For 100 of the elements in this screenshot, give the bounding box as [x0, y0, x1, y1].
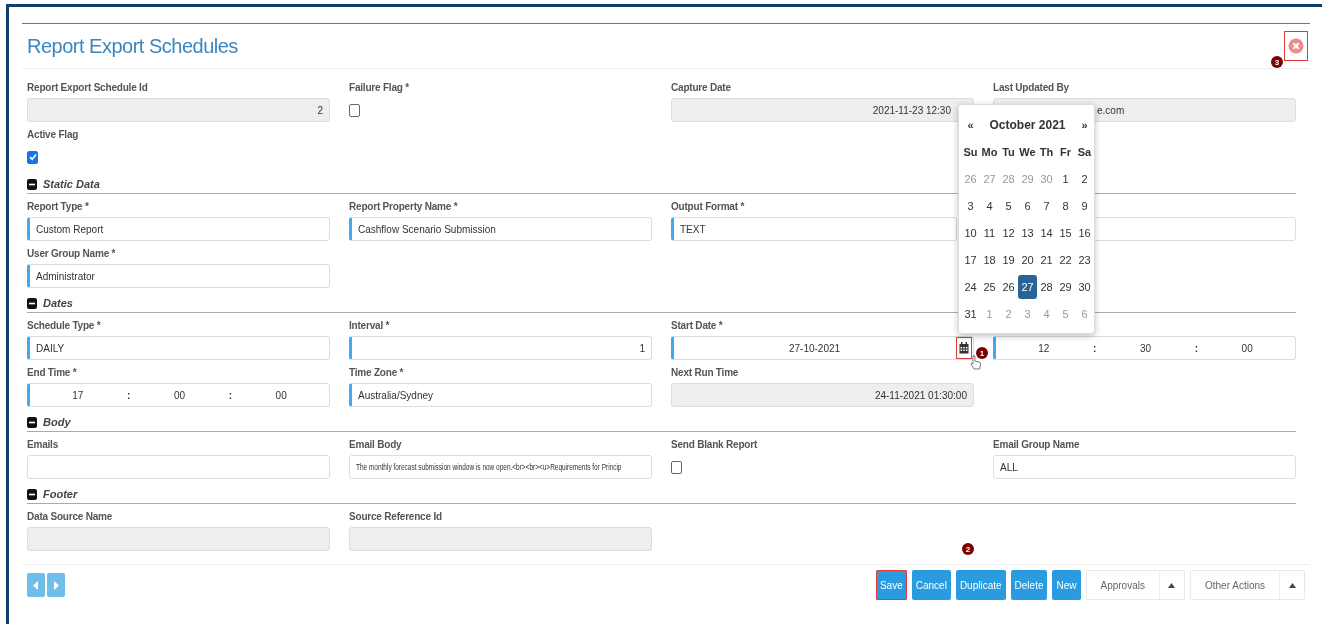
section-heading: Dates: [43, 297, 73, 309]
calendar-day[interactable]: 28: [1037, 274, 1056, 299]
field-label: Schedule Type *: [27, 319, 101, 333]
dropdown-button[interactable]: Other Actions: [1190, 571, 1280, 599]
checkbox[interactable]: [27, 150, 38, 164]
time-field[interactable]: 12 : 30 : 00: [993, 336, 1296, 360]
field-label: Active Flag: [27, 128, 79, 142]
calendar-day[interactable]: 19: [999, 247, 1018, 272]
calendar-day[interactable]: 10: [961, 220, 980, 245]
section-heading: Body: [43, 416, 71, 428]
input-field[interactable]: The monthly forecast submission window is now open.<br><br><u>Requirements for Princip: [349, 455, 652, 479]
calendar-day[interactable]: 21: [1037, 247, 1056, 272]
calendar-day[interactable]: 4: [980, 193, 999, 218]
field-label: Emails: [27, 438, 59, 452]
field-label: Time Zone *: [349, 366, 404, 380]
calendar-day[interactable]: 6: [1018, 193, 1037, 218]
field-label: Output Format *: [671, 200, 745, 214]
weekday-label: Tu: [1002, 145, 1015, 158]
field-label: End Time *: [27, 366, 77, 380]
dropdown-button[interactable]: Approvals: [1086, 571, 1160, 599]
field-label: Send Blank Report: [671, 438, 758, 452]
field-label: Capture Date: [671, 81, 731, 95]
calendar-day[interactable]: 16: [1075, 220, 1094, 245]
calendar-day[interactable]: 20: [1018, 247, 1037, 272]
field-label: Data Source Name: [27, 510, 113, 524]
input-field[interactable]: Cashflow Scenario Submission: [349, 217, 652, 241]
section-heading: Static Data: [43, 178, 100, 190]
calendar-day[interactable]: 26: [999, 274, 1018, 299]
input-field[interactable]: 2021-11-23 12:30: [671, 98, 974, 122]
calendar-day[interactable]: 5: [999, 193, 1018, 218]
calendar-day[interactable]: 1: [1056, 166, 1075, 191]
caret-left-icon: [33, 580, 39, 590]
calendar-day[interactable]: 9: [1075, 193, 1094, 218]
calendar-day[interactable]: 23: [1075, 247, 1094, 272]
calendar-day[interactable]: 18: [980, 247, 999, 272]
field-label: Start Date *: [671, 319, 723, 333]
page-title: Report Export Schedules: [27, 34, 238, 58]
collapse-icon[interactable]: [27, 297, 37, 309]
section-heading: Footer: [43, 488, 78, 500]
field-label: Report Property Name *: [349, 200, 458, 214]
calendar-day[interactable]: 3: [961, 193, 980, 218]
calendar-day[interactable]: 17: [961, 247, 980, 272]
calendar-day[interactable]: 29: [1056, 274, 1075, 299]
input-field[interactable]: [27, 527, 330, 551]
input-field[interactable]: 2: [27, 98, 330, 122]
step-badge: 3: [1271, 56, 1283, 68]
input-field[interactable]: DAILY: [27, 336, 330, 360]
collapse-icon[interactable]: [27, 488, 37, 500]
calendar-day[interactable]: 8: [1056, 193, 1075, 218]
caret-up-icon: [1288, 582, 1296, 588]
calendar-day[interactable]: 25: [980, 274, 999, 299]
calendar-day[interactable]: 2: [1075, 166, 1094, 191]
field-label: Email Group Name: [993, 438, 1080, 452]
input-field[interactable]: 1: [349, 336, 652, 360]
calendar-day[interactable]: 24: [961, 274, 980, 299]
field-label: Interval *: [349, 319, 390, 333]
close-icon: [1288, 38, 1304, 54]
calendar-day[interactable]: 30: [1075, 274, 1094, 299]
caret-right-icon: [53, 580, 59, 590]
field-label: Source Reference Id: [349, 510, 442, 524]
input-field[interactable]: [27, 455, 330, 479]
time-field[interactable]: 17 : 00 : 00: [27, 383, 330, 407]
field-label: Last Updated By: [993, 81, 1069, 95]
calendar-day[interactable]: 14: [1037, 220, 1056, 245]
input-field[interactable]: 24-11-2021 01:30:00: [671, 383, 974, 407]
input-field[interactable]: ALL: [993, 455, 1296, 479]
close-button[interactable]: [1284, 31, 1308, 61]
weekday-label: Sa: [1077, 145, 1092, 158]
pointer-cursor-icon: [970, 355, 982, 370]
step-badge: 2: [962, 543, 974, 555]
weekday-label: Fr: [1060, 145, 1071, 158]
field-label: Report Type *: [27, 200, 89, 214]
calendar-icon[interactable]: [956, 337, 972, 359]
input-field[interactable]: Administrator: [27, 264, 330, 288]
caret-up-icon: [1168, 582, 1176, 588]
weekday-label: Mo: [981, 145, 998, 158]
collapse-icon[interactable]: [27, 416, 37, 428]
input-field[interactable]: Custom Report: [27, 217, 330, 241]
collapse-icon[interactable]: [27, 178, 37, 190]
field-label: Email Body: [349, 438, 402, 452]
field-label: Next Run Time: [671, 366, 739, 380]
field-label: Failure Flag *: [349, 81, 409, 95]
step-badge: 1: [976, 347, 988, 359]
calendar-day[interactable]: 7: [1037, 193, 1056, 218]
input-field[interactable]: Australia/Sydney: [349, 383, 652, 407]
checkbox[interactable]: [671, 460, 682, 474]
weekday-label: Su: [963, 145, 978, 158]
calendar-day[interactable]: 12: [999, 220, 1018, 245]
calendar-day[interactable]: 11: [980, 220, 999, 245]
calendar-day[interactable]: 31: [961, 301, 980, 326]
calendar-day[interactable]: 22: [1056, 247, 1075, 272]
calendar-day[interactable]: 27: [1018, 274, 1037, 299]
checkbox[interactable]: [349, 103, 360, 117]
input-field[interactable]: [349, 527, 652, 551]
date-field[interactable]: 27-10-2021: [671, 336, 974, 360]
weekday-label: We: [1019, 145, 1036, 158]
calendar-day[interactable]: 13: [1018, 220, 1037, 245]
input-field[interactable]: TEXT: [671, 217, 957, 241]
calendar-day[interactable]: 15: [1056, 220, 1075, 245]
field-label: User Group Name *: [27, 247, 116, 261]
